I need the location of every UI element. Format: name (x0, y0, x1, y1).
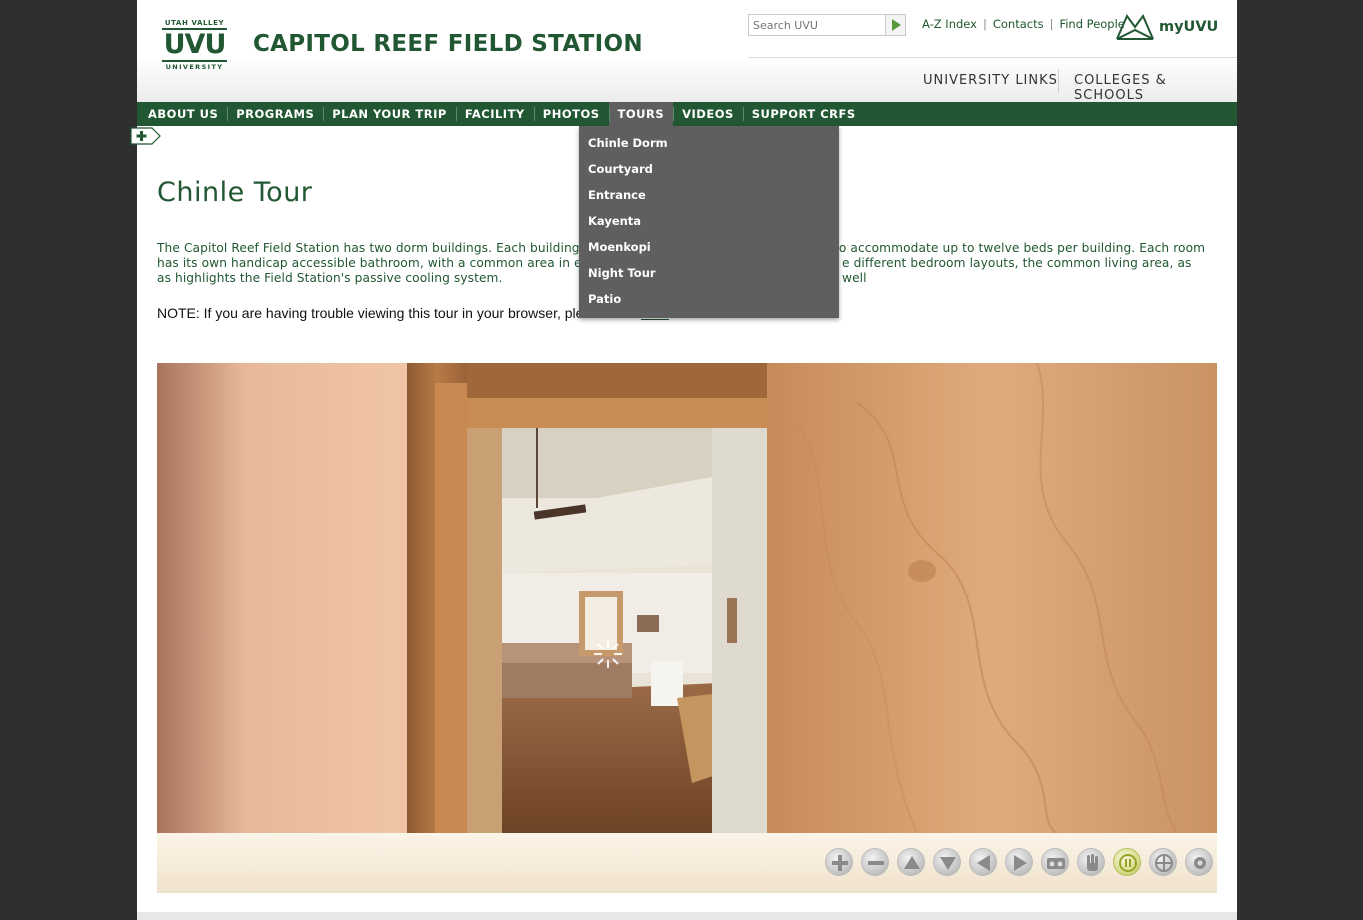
myuvu-link[interactable]: myUVU (1115, 13, 1218, 41)
panorama-image (157, 363, 1217, 833)
top-links: A-Z Index | Contacts | Find People (922, 17, 1125, 31)
intro-line-1-right: to accommodate up to twelve beds per bui… (834, 241, 1206, 255)
site-title[interactable]: CAPITOL REEF FIELD STATION (253, 31, 643, 57)
site-header: UTAH VALLEY UVU UNIVERSITY CAPITOL REEF … (137, 0, 1237, 103)
nav-programs[interactable]: PROGRAMS (227, 102, 323, 126)
intro-line-2-left: has its own handicap accessible bathroom… (157, 256, 582, 270)
nav-plan-your-trip[interactable]: PLAN YOUR TRIP (323, 102, 456, 126)
page-container: UTAH VALLEY UVU UNIVERSITY CAPITOL REEF … (130, 0, 1237, 920)
arrow-left-glyph (977, 855, 990, 871)
tour-controls-bar (157, 833, 1217, 893)
nav-videos[interactable]: VIDEOS (673, 102, 743, 126)
myuvu-icon (1116, 13, 1154, 40)
panorama-viewer[interactable] (157, 363, 1217, 833)
contacts-link[interactable]: Contacts (993, 17, 1044, 31)
arrow-left-icon[interactable] (969, 848, 997, 876)
nav-photos[interactable]: PHOTOS (533, 102, 609, 126)
zoom-in-glyph (832, 855, 848, 871)
intro-line-1-left: The Capitol Reef Field Station has two d… (157, 241, 580, 255)
gyro-icon[interactable] (1149, 848, 1177, 876)
fullscreen-glyph (1194, 857, 1206, 869)
myuvu-label: myUVU (1159, 19, 1219, 35)
logo-main-text: UVU (163, 29, 227, 60)
nav-facility[interactable]: FACILITY (455, 102, 534, 126)
drag-hand-icon[interactable] (1077, 848, 1105, 876)
logo-bar (162, 60, 227, 62)
tours-dropdown-menu: Chinle Dorm Courtyard Entrance Kayenta M… (579, 126, 839, 318)
zoom-in-icon[interactable] (825, 848, 853, 876)
top-link-separator: | (982, 17, 987, 31)
note-text: NOTE: If you are having trouble viewing … (157, 305, 584, 321)
tour-item-courtyard[interactable]: Courtyard (579, 159, 839, 185)
search-go-button[interactable] (885, 15, 905, 35)
plus-icon (130, 127, 161, 145)
arrow-right-icon[interactable] (1005, 848, 1033, 876)
page-title: Chinle Tour (157, 177, 313, 208)
vr-headset-icon[interactable] (1041, 848, 1069, 876)
tour-item-chinle-dorm[interactable]: Chinle Dorm (579, 133, 839, 159)
search-box (748, 14, 906, 36)
arrow-down-glyph (940, 857, 956, 870)
colleges-schools-menu[interactable]: COLLEGES & SCHOOLS (1074, 73, 1237, 103)
fullscreen-icon[interactable] (1185, 848, 1213, 876)
autorotate-pause-icon[interactable] (1113, 848, 1141, 876)
vr-headset-glyph (1047, 858, 1065, 869)
arrow-up-glyph (904, 856, 920, 869)
main-nav: ABOUT US PROGRAMS PLAN YOUR TRIP FACILIT… (137, 102, 1237, 126)
nav-support-crfs[interactable]: SUPPORT CRFS (742, 102, 865, 126)
nav-about-us[interactable]: ABOUT US (139, 102, 227, 126)
uvu-logo[interactable]: UTAH VALLEY UVU UNIVERSITY (162, 19, 227, 76)
arrow-right-glyph (1014, 855, 1027, 871)
search-input[interactable] (749, 15, 885, 35)
tour-item-moenkopi[interactable]: Moenkopi (579, 237, 839, 263)
tour-item-entrance[interactable]: Entrance (579, 185, 839, 211)
az-index-link[interactable]: A-Z Index (922, 17, 977, 31)
nav-tours[interactable]: TOURS (608, 102, 674, 126)
autorotate-pause-glyph (1119, 854, 1137, 872)
tour-item-kayenta[interactable]: Kayenta (579, 211, 839, 237)
zoom-out-glyph (868, 861, 884, 865)
logo-bottom-text: UNIVERSITY (165, 63, 224, 71)
header-links-separator (1058, 69, 1059, 93)
zoom-out-icon[interactable] (861, 848, 889, 876)
university-links-menu[interactable]: UNIVERSITY LINKS (923, 73, 1058, 88)
header-divider (748, 57, 1237, 58)
arrow-up-icon[interactable] (897, 848, 925, 876)
expand-tab-button[interactable] (130, 127, 162, 145)
tour-item-patio[interactable]: Patio (579, 289, 839, 315)
gyro-glyph (1155, 854, 1173, 872)
footer-strip (137, 912, 1237, 920)
top-link-separator: | (1049, 17, 1054, 31)
arrow-down-icon[interactable] (933, 848, 961, 876)
drag-hand-glyph (1087, 854, 1098, 871)
intro-line-2-right: e different bedroom layouts, the common … (842, 256, 1192, 285)
tour-item-night-tour[interactable]: Night Tour (579, 263, 839, 289)
logo-top-text: UTAH VALLEY (164, 19, 225, 27)
